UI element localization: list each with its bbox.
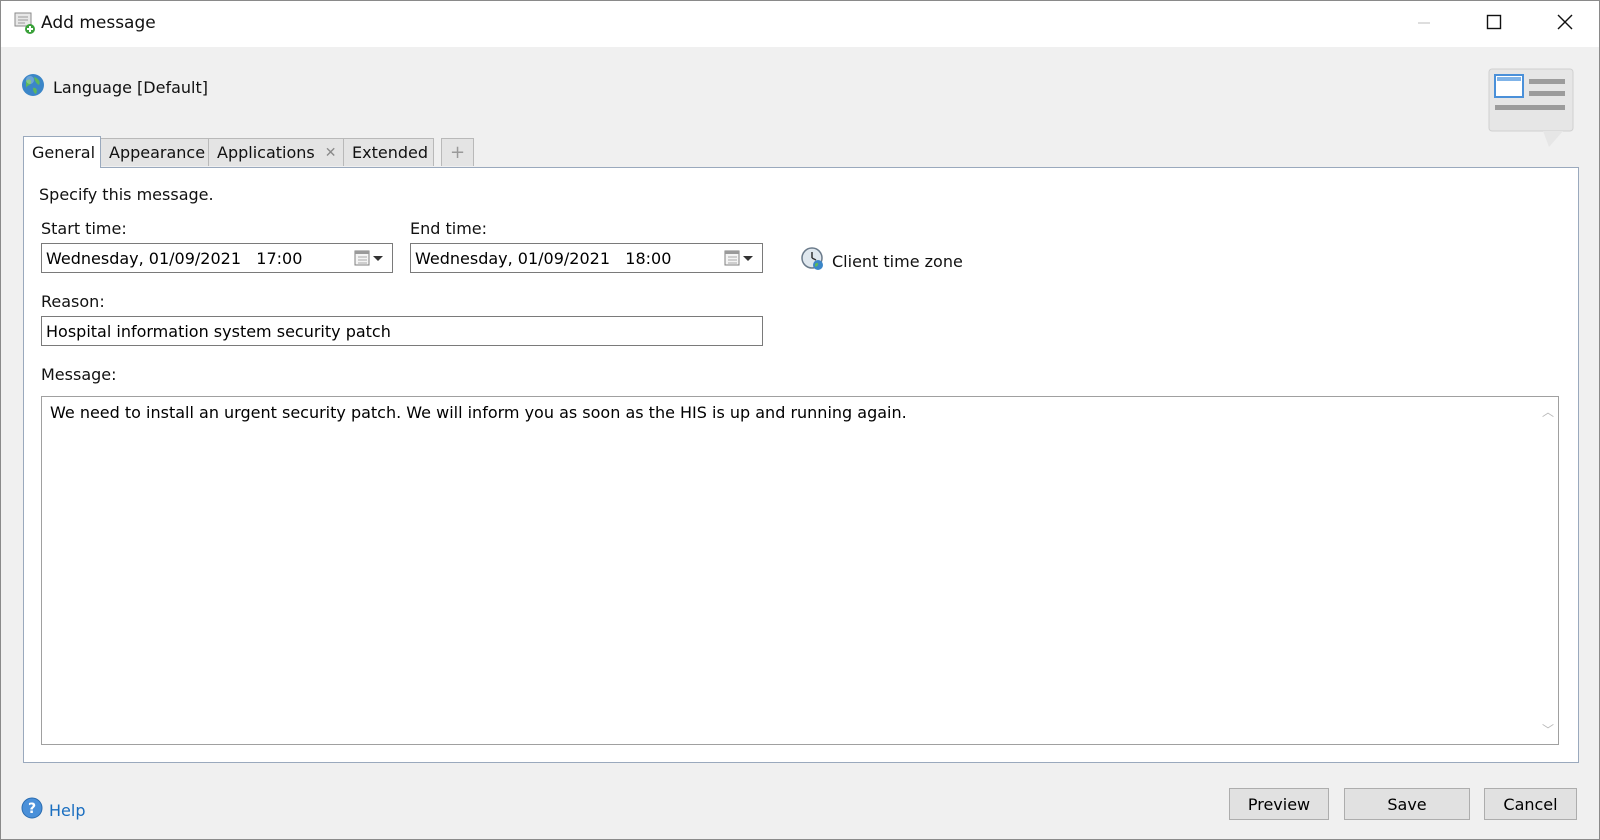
close-button[interactable] [1534,1,1596,47]
add-message-icon [13,11,37,35]
scroll-down-icon[interactable]: ﹀ [1542,721,1554,738]
help-icon: ? [21,797,43,823]
message-textarea[interactable]: We need to install an urgent security pa… [41,396,1559,745]
add-message-dialog: Add message Language [Default] General A… [0,0,1600,840]
globe-icon [21,73,45,101]
help-label: Help [49,800,86,820]
minimize-icon [1417,15,1431,34]
save-button[interactable]: Save [1344,788,1470,820]
scroll-up-icon[interactable]: ︿ [1542,403,1554,420]
tab-appearance[interactable]: Appearance [100,138,209,166]
message-label: Message: [41,365,117,384]
tab-applications[interactable]: Applications ✕ [208,138,344,166]
cancel-button-label: Cancel [1503,794,1558,814]
tab-general-label: General [32,143,96,162]
clock-globe-icon [800,246,826,276]
preview-button-label: Preview [1247,794,1311,814]
tab-extended-label: Extended [352,143,428,162]
cancel-button[interactable]: Cancel [1484,788,1577,820]
tab-applications-label: Applications [217,143,315,162]
message-text: We need to install an urgent security pa… [50,403,907,422]
start-time-picker[interactable]: Wednesday, 01/09/2021 17:00 [41,243,393,273]
start-time-label: Start time: [41,219,127,238]
reason-label: Reason: [41,292,105,311]
tab-general[interactable]: General [23,136,101,168]
add-tab-button[interactable]: + [441,138,474,166]
tab-close-icon[interactable]: ✕ [325,145,337,161]
calendar-dropdown-icon[interactable] [724,250,756,266]
plus-icon: + [449,142,466,163]
reason-input[interactable]: Hospital information system security pat… [41,316,763,346]
help-link[interactable]: ? Help [21,797,85,823]
start-time-value: Wednesday, 01/09/2021 17:00 [46,248,303,268]
language-label: Language [Default] [53,77,208,97]
message-illustration-icon [1485,63,1581,159]
reason-value: Hospital information system security pat… [46,321,391,341]
minimize-button[interactable] [1393,1,1455,47]
general-tab-panel: Specify this message. Start time: Wednes… [23,167,1579,763]
maximize-icon [1486,14,1502,34]
preview-button[interactable]: Preview [1229,788,1329,820]
calendar-dropdown-icon[interactable] [354,250,386,266]
window-title: Add message [41,13,156,33]
tab-extended[interactable]: Extended [343,138,434,166]
maximize-button[interactable] [1463,1,1525,47]
client-time-zone-toggle[interactable]: Client time zone [800,246,963,276]
tab-appearance-label: Appearance [109,143,206,162]
close-icon [1557,14,1573,34]
end-time-label: End time: [410,219,488,238]
title-bar: Add message [1,1,1599,47]
client-time-zone-label: Client time zone [832,251,963,271]
message-scrollbar[interactable]: ︿ ﹀ [1538,397,1558,744]
save-button-label: Save [1387,794,1427,814]
language-selector[interactable]: Language [Default] [21,73,208,101]
end-time-value: Wednesday, 01/09/2021 18:00 [415,248,672,268]
end-time-picker[interactable]: Wednesday, 01/09/2021 18:00 [410,243,763,273]
svg-text:?: ? [28,801,36,817]
instruction-text: Specify this message. [39,185,214,204]
